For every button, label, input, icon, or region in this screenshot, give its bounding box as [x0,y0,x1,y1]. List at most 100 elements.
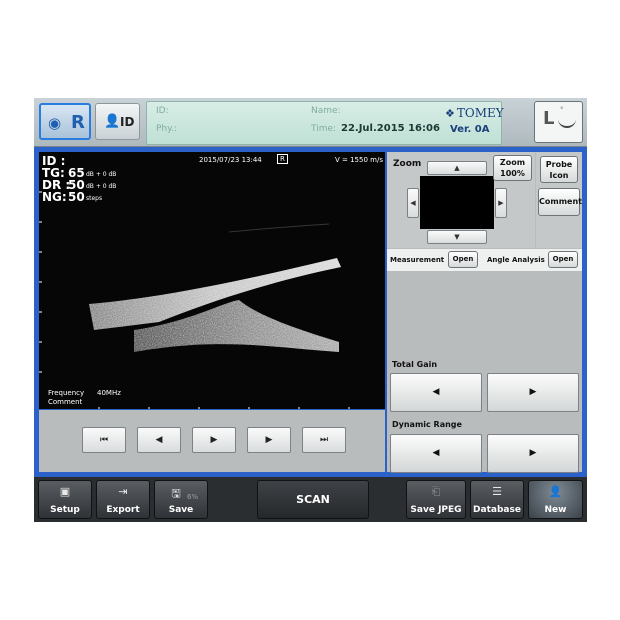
comment-button[interactable]: Comment [538,188,582,216]
footer-toolbar: ▣ Setup ⇥ Export 🖫 6% Save SCAN ⎗ Save J… [34,477,587,522]
noise-gate-readout-value: 50 [68,190,85,204]
pan-up-button[interactable]: ▲ [427,161,487,175]
eye-select-button[interactable]: ◉ R [39,103,91,140]
zoom-preview[interactable] [420,176,494,229]
new-button[interactable]: 👤 New [528,480,583,519]
save-jpeg-button[interactable]: ⎗ Save JPEG [406,480,466,519]
setup-icon: ▣ [59,485,71,498]
zoom-level-button[interactable]: Zoom 100% [493,155,532,181]
measurement-open-button[interactable]: Open [448,251,478,268]
arrow-right-icon: ▶ [498,199,504,207]
frequency-value: 40MHz [97,389,121,397]
total-gain-increase-button[interactable]: ▶ [487,373,579,412]
total-gain-decrease-button[interactable]: ◀ [390,373,482,412]
image-export-icon: ⎗ [431,485,441,498]
play-icon: ▶ [210,435,218,445]
save-usage-percent: 6% [187,493,199,501]
previous-frame-button[interactable]: ◀ [137,427,181,453]
new-label: New [544,505,567,515]
probe-mode-label: L [543,108,555,129]
total-gain-label: Total Gain [392,360,438,369]
comment-label: Comment [48,398,83,406]
eye-icon: ◉ [48,114,62,132]
arrow-left-icon: ◀ [410,199,416,207]
save-jpeg-label: Save JPEG [410,505,462,515]
decrease-icon: ◀ [432,387,440,397]
measurement-open-label: Open [452,255,474,263]
skip-last-icon: ⏭ [319,435,329,445]
new-patient-icon: 👤 [548,485,563,498]
analysis-tabs: Measurement Open Angle Analysis Open [387,249,582,271]
zoom-level-label: Zoom [499,158,526,167]
dynamic-range-increase-button[interactable]: ▶ [487,434,579,473]
phy-label: Phy.: [156,124,178,134]
pan-right-button[interactable]: ▶ [495,188,507,218]
time-label: Time: [311,124,337,134]
pan-down-button[interactable]: ▼ [427,230,487,244]
probe-mode-button[interactable]: L ° [534,101,583,143]
database-button[interactable]: ☰ Database [470,480,524,519]
step-forward-icon: ▶ [265,435,273,445]
setup-button[interactable]: ▣ Setup [38,480,92,519]
scan-label: SCAN [296,493,330,506]
probe-icon-label-2: Icon [549,171,569,180]
step-back-icon: ◀ [155,435,163,445]
skip-first-icon: ⏮ [99,435,109,445]
time-value: 22.Jul.2015 16:06 [341,123,440,134]
zoom-label: Zoom [393,159,422,169]
version-label: Ver. 0A [450,124,490,135]
ultrasound-app-window: ◉ R 👤 ID ID: Name: Phy.: Time: 22.Jul.20… [34,98,587,522]
database-icon: ☰ [492,485,502,498]
angle-analysis-open-button[interactable]: Open [548,251,578,268]
arrow-down-icon: ▼ [454,233,460,241]
zoom-panel: Zoom ▲ ◀ ▶ ▼ Zoom 100% [387,152,535,248]
scan-datetime: 2015/07/23 13:44 [199,156,262,164]
ultrasound-scan-graphic [39,152,385,409]
tomey-logo: ❖ TOMEY [445,106,504,120]
patient-id-label: ID [120,115,135,129]
main-panel: ID : TG: 65 dB + 0 dB DR : 50 dB + 0 dB … [34,147,587,477]
increase-icon: ▶ [529,448,537,458]
zoom-level-value: 100% [500,169,525,178]
total-gain-readout-unit: dB + 0 dB [86,171,117,178]
dynamic-range-readout-unit: dB + 0 dB [86,183,117,190]
right-control-panel: Zoom ▲ ◀ ▶ ▼ Zoom 100% Probe Icon Commen… [387,152,582,473]
next-frame-button[interactable]: ▶ [247,427,291,453]
probe-icon-button[interactable]: Probe Icon [540,156,578,183]
scan-eye-badge: R [277,154,288,164]
comment-button-label: Comment [539,197,582,206]
playback-controls: ⏮ ◀ ▶ ▶ ⏭ [39,410,385,472]
frequency-label: Frequency [48,389,85,397]
first-frame-button[interactable]: ⏮ [82,427,126,453]
dynamic-range-decrease-button[interactable]: ◀ [390,434,482,473]
image-options-column: Probe Icon Comment [536,152,582,248]
increase-icon: ▶ [529,387,537,397]
last-frame-button[interactable]: ⏭ [302,427,346,453]
decrease-icon: ◀ [432,448,440,458]
export-icon: ⇥ [118,485,128,498]
probe-curve-icon [558,112,576,128]
person-icon: 👤 [104,114,121,129]
probe-icon-label: Probe [545,160,573,169]
export-button[interactable]: ⇥ Export [96,480,150,519]
angle-analysis-open-label: Open [552,255,574,263]
dynamic-range-label: Dynamic Range [392,420,462,429]
noise-gate-readout-unit: steps [86,195,103,202]
measurement-label: Measurement [390,256,445,264]
scan-button[interactable]: SCAN [257,480,369,519]
pan-left-button[interactable]: ◀ [407,188,419,218]
save-button[interactable]: 🖫 6% Save [154,480,208,519]
angle-analysis-label: Angle Analysis [487,256,545,264]
export-label: Export [106,505,140,515]
tomey-swirl-icon: ❖ [445,107,455,120]
save-label: Save [168,505,194,515]
ultrasound-image[interactable]: ID : TG: 65 dB + 0 dB DR : 50 dB + 0 dB … [39,152,385,409]
header-bar: ◉ R 👤 ID ID: Name: Phy.: Time: 22.Jul.20… [34,98,587,147]
sound-velocity: V = 1550 m/s [335,156,383,164]
patient-id-button[interactable]: 👤 ID [95,103,140,140]
play-button[interactable]: ▶ [192,427,236,453]
noise-gate-readout-label: NG: [42,190,67,204]
database-label: Database [473,505,521,515]
name-label: Name: [311,106,341,116]
id-label: ID: [156,106,169,116]
